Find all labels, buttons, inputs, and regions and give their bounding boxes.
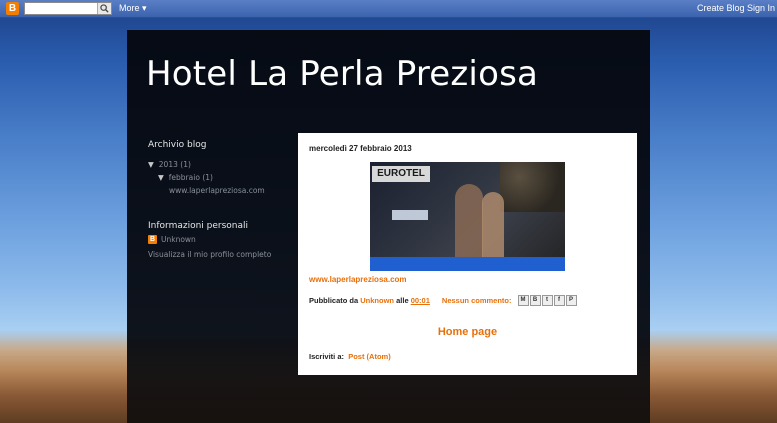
image-background-lights: [500, 162, 565, 212]
post-footer: Pubblicato da Unknown alle 00:01 Nessun …: [309, 295, 578, 306]
blogger-navbar: B More ▾ Create Blog Sign In: [0, 0, 777, 18]
twitter-share-icon[interactable]: t: [541, 295, 553, 306]
archive-month-label[interactable]: febbraio: [169, 173, 200, 182]
search-button[interactable]: [97, 3, 111, 14]
email-share-icon[interactable]: M: [517, 295, 529, 306]
atom-feed-link[interactable]: Post (Atom): [348, 352, 391, 361]
sign-in-link[interactable]: Sign In: [747, 3, 775, 13]
profile-row: B Unknown: [148, 235, 196, 244]
post-body-link[interactable]: www.laperlapreziosa.com: [309, 275, 407, 284]
search-input[interactable]: [25, 3, 97, 14]
comments-link[interactable]: Nessun commento:: [442, 296, 512, 305]
blogger-logo-icon[interactable]: B: [6, 2, 19, 15]
post-time-link[interactable]: 00:01: [411, 296, 430, 305]
archive-month-count: (1): [202, 173, 213, 182]
expand-triangle-icon[interactable]: ▼: [148, 160, 154, 169]
blogthis-share-icon[interactable]: B: [529, 295, 541, 306]
chevron-down-icon: ▾: [142, 3, 147, 13]
pinterest-share-icon[interactable]: P: [565, 295, 577, 306]
archive-year-item[interactable]: ▼ 2013 (1): [148, 160, 191, 169]
home-page-link[interactable]: Home page: [298, 326, 637, 338]
subscribe-row: Iscriviti a: Post (Atom): [309, 352, 391, 361]
facebook-share-icon[interactable]: f: [553, 295, 565, 306]
post-author-link[interactable]: Unknown: [360, 296, 394, 305]
at-label: alle: [396, 296, 409, 305]
create-blog-link[interactable]: Create Blog: [697, 3, 745, 13]
more-label: More: [119, 3, 140, 13]
subscribe-label: Iscriviti a:: [309, 352, 345, 361]
image-table: [392, 210, 428, 220]
more-menu[interactable]: More ▾: [119, 3, 147, 14]
sidebar: Archivio blog ▼ 2013 (1) ▼ febbraio (1) ww…: [148, 140, 288, 259]
image-person: [455, 184, 483, 264]
archive-post-link[interactable]: www.laperlapreziosa.com: [169, 186, 265, 195]
blogger-profile-icon: B: [148, 235, 157, 244]
image-sign: EUROTEL: [372, 166, 430, 182]
profile-name[interactable]: Unknown: [161, 235, 196, 244]
image-pool: [370, 257, 565, 271]
post-panel: mercoledì 27 febbraio 2013 EUROTEL www.l…: [298, 133, 637, 375]
share-buttons: M B t f P: [517, 295, 578, 306]
search-icon: [100, 4, 109, 13]
expand-triangle-icon[interactable]: ▼: [158, 173, 164, 182]
published-by-label: Pubblicato da: [309, 296, 359, 305]
archive-widget-title: Archivio blog: [148, 140, 207, 150]
profile-widget-title: Informazioni personali: [148, 221, 249, 231]
post-date: mercoledì 27 febbraio 2013: [309, 144, 412, 153]
blog-title[interactable]: Hotel La Perla Preziosa: [146, 54, 538, 94]
post-image[interactable]: EUROTEL: [370, 162, 565, 271]
archive-month-item[interactable]: ▼ febbraio (1): [158, 173, 213, 182]
image-person: [482, 192, 504, 262]
view-profile-link[interactable]: Visualizza il mio profilo completo: [148, 250, 271, 259]
search-box: [24, 2, 112, 15]
archive-year-label[interactable]: 2013: [159, 160, 178, 169]
archive-year-count: (1): [180, 160, 191, 169]
